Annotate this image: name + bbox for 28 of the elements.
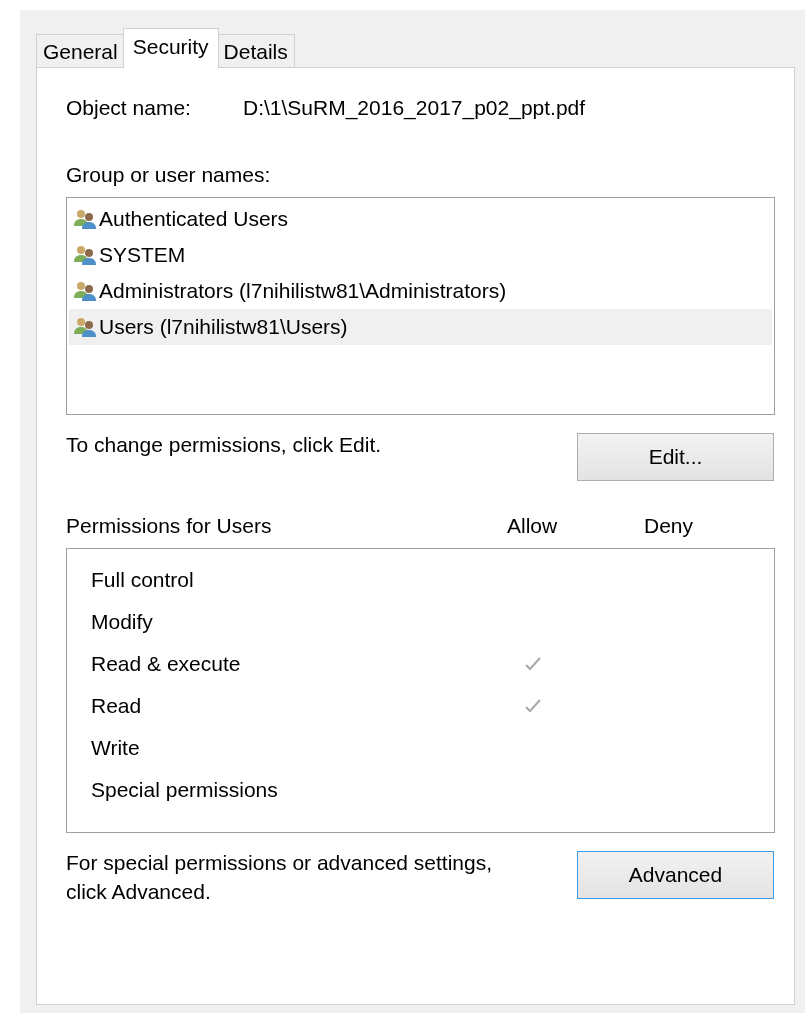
allow-header: Allow — [507, 514, 558, 538]
tab[interactable]: General — [36, 34, 125, 68]
group-item[interactable]: SYSTEM — [69, 237, 772, 273]
users-icon — [73, 316, 99, 338]
deny-header: Deny — [644, 514, 694, 538]
permission-name: Write — [91, 736, 140, 759]
object-name-label: Object name: — [66, 96, 192, 120]
advanced-button[interactable]: Advanced — [577, 851, 774, 899]
permission-name: Full control — [91, 568, 194, 591]
edit-hint: To change permissions, click Edit. — [66, 433, 382, 457]
advanced-hint: For special permissions or advanced settings, click Advanced. — [66, 850, 494, 905]
users-icon — [73, 208, 99, 230]
group-item[interactable]: Authenticated Users — [69, 201, 772, 237]
edit-button[interactable]: Edit... — [577, 433, 774, 481]
permission-name: Modify — [91, 610, 153, 633]
tab[interactable]: Security — [122, 28, 219, 68]
tab[interactable]: Details — [216, 34, 295, 68]
users-icon — [73, 244, 99, 266]
group-list[interactable]: Authenticated Users SYSTEM Administrators (l7nihilistw81\Administrators) Users (l7nihilistw81\Users) — [66, 197, 775, 415]
users-icon — [73, 280, 99, 302]
group-item[interactable]: Users (l7nihilistw81\Users) — [69, 309, 772, 345]
permission-name: Read — [91, 694, 142, 717]
permissions-label: Permissions for Users — [66, 514, 272, 537]
group-item[interactable]: Administrators (l7nihilistw81\Administrators) — [69, 273, 772, 309]
permission-name: Read & execute — [91, 652, 241, 675]
group-list-label: Group or user names: — [66, 163, 272, 187]
object-name-value: D:\1\SuRM_2016_2017_p02_ppt.pdf — [243, 96, 586, 120]
permission-name: Special permissions — [91, 778, 278, 801]
